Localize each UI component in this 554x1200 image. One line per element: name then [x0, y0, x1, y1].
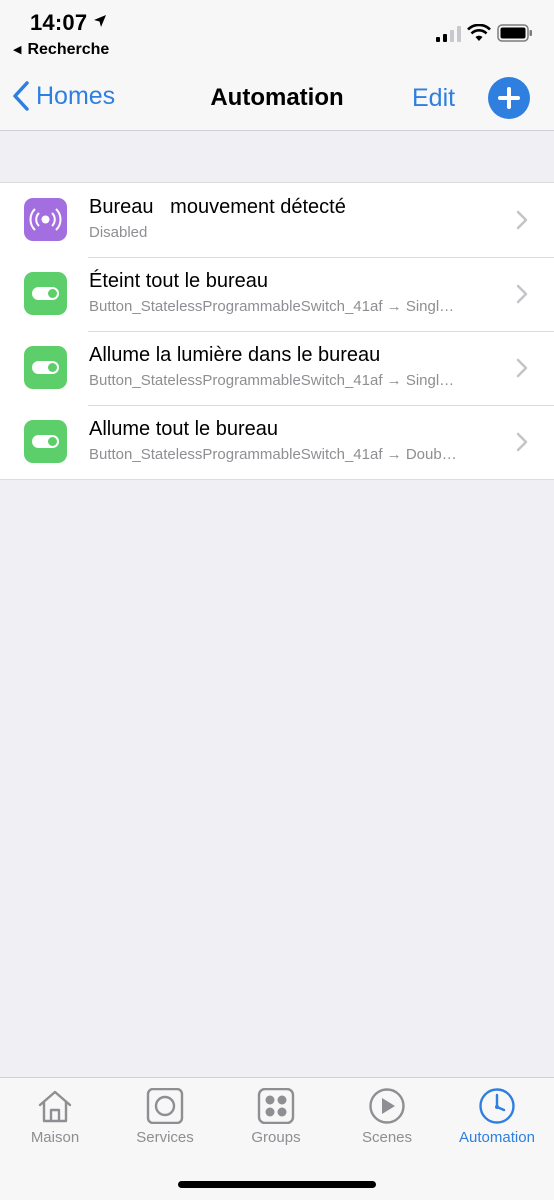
status-time: 14:07 — [30, 10, 88, 35]
back-triangle-icon: ◀ — [13, 44, 22, 56]
wifi-icon — [467, 24, 491, 41]
chevron-right-icon — [516, 210, 528, 230]
automation-subtitle: Button_StatelessProgrammableSwitch_41af … — [89, 446, 457, 463]
chevron-right-icon — [516, 284, 528, 304]
toggle-icon — [24, 420, 67, 463]
automation-title: Bureau mouvement détecté — [89, 196, 346, 218]
tab-label: Maison — [30, 1129, 80, 1146]
tab-scenes[interactable]: Scenes — [332, 1088, 442, 1146]
add-automation-button[interactable] — [488, 77, 530, 119]
automation-row-2[interactable]: Allume la lumière dans le bureau Button_… — [0, 331, 554, 405]
edit-button[interactable]: Edit — [412, 84, 455, 113]
toggle-icon — [24, 346, 67, 389]
automation-list: Bureau mouvement détecté Disabled Éteint… — [0, 182, 554, 480]
groups-icon — [257, 1088, 295, 1124]
automation-subtitle: Button_StatelessProgrammableSwitch_41af … — [89, 372, 455, 389]
tab-automation[interactable]: Automation — [442, 1088, 552, 1146]
status-bar: 14:07 ◀ Recherche — [0, 0, 554, 64]
tab-label: Automation — [459, 1129, 535, 1146]
tab-label: Scenes — [361, 1129, 413, 1146]
motion-sensor-icon — [24, 198, 67, 241]
automation-subtitle: Button_StatelessProgrammableSwitch_41af … — [89, 298, 455, 315]
tab-services[interactable]: Services — [110, 1088, 220, 1146]
automation-row-3[interactable]: Allume tout le bureau Button_StatelessPr… — [0, 405, 554, 479]
automation-subtitle: Disabled — [89, 224, 148, 241]
location-arrow-icon — [94, 15, 106, 27]
house-icon — [38, 1090, 72, 1123]
chevron-right-icon — [516, 358, 528, 378]
play-icon — [369, 1088, 405, 1124]
automation-title: Allume tout le bureau — [89, 418, 279, 440]
home-indicator[interactable] — [178, 1181, 376, 1188]
battery-icon — [497, 24, 532, 42]
back-app-label: Recherche — [27, 41, 110, 58]
automation-title: Éteint tout le bureau — [89, 270, 269, 292]
cellular-signal-icon — [436, 26, 461, 42]
navigation-bar: Homes Automation Edit — [0, 64, 554, 131]
services-icon — [146, 1088, 184, 1124]
page-title: Automation — [210, 84, 344, 111]
automation-row-0[interactable]: Bureau mouvement détecté Disabled — [0, 183, 554, 257]
chevron-right-icon — [516, 432, 528, 452]
tab-maison[interactable]: Maison — [0, 1088, 110, 1146]
toggle-icon — [24, 272, 67, 315]
tab-label: Groups — [251, 1129, 301, 1146]
clock-icon — [479, 1088, 515, 1124]
tab-label: Services — [136, 1129, 194, 1146]
automation-row-1[interactable]: Éteint tout le bureau Button_StatelessPr… — [0, 257, 554, 331]
automation-title: Allume la lumière dans le bureau — [89, 344, 381, 366]
tab-groups[interactable]: Groups — [221, 1088, 331, 1146]
back-to-app-link[interactable]: ◀ Recherche — [13, 41, 109, 59]
